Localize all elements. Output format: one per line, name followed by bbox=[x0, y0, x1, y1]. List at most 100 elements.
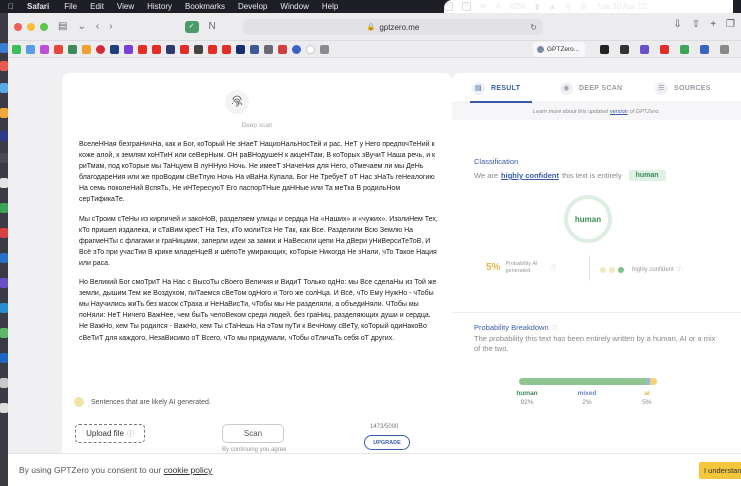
bookmark-icon[interactable] bbox=[82, 44, 91, 54]
dock-app-icon[interactable] bbox=[0, 83, 8, 93]
control-center-icon[interactable]: ⚙ bbox=[580, 2, 587, 11]
upload-file-button[interactable]: Upload file ⓘ bbox=[75, 424, 145, 443]
accept-cookies-button[interactable]: I understand bbox=[699, 462, 741, 479]
share-icon[interactable]: ⇧ bbox=[692, 19, 700, 30]
bookmark-icon[interactable] bbox=[600, 44, 609, 54]
bookmark-icon[interactable] bbox=[700, 44, 709, 54]
bookmark-youtube-icon[interactable] bbox=[180, 44, 189, 54]
help-icon[interactable]: ⓘ bbox=[550, 263, 556, 272]
input-text[interactable]: ВселеННая безграНичНа, как и Бог, коТоры… bbox=[79, 139, 439, 352]
dock-app-icon[interactable] bbox=[0, 228, 8, 238]
bookmark-icon[interactable] bbox=[194, 44, 203, 54]
bookmark-icon[interactable] bbox=[110, 44, 119, 54]
menu-app-name[interactable]: Safari bbox=[27, 2, 49, 11]
menu-history[interactable]: History bbox=[147, 2, 172, 11]
bookmark-icon[interactable] bbox=[620, 44, 629, 54]
chevron-down-icon[interactable]: ⌄ bbox=[77, 21, 85, 32]
browser-tab-gptzero[interactable]: GPTZero... bbox=[533, 42, 585, 57]
tab-overview-icon[interactable]: ❐ bbox=[726, 19, 735, 30]
menu-edit[interactable]: Edit bbox=[90, 2, 104, 11]
menu-view[interactable]: View bbox=[117, 2, 134, 11]
bookmark-youtube-icon[interactable] bbox=[152, 44, 161, 54]
menu-file[interactable]: File bbox=[64, 2, 77, 11]
bookmark-youtube-icon[interactable] bbox=[222, 44, 231, 54]
status-n2-icon[interactable]: N bbox=[462, 2, 471, 11]
bookmark-icon[interactable] bbox=[236, 44, 245, 54]
dock-app-icon[interactable] bbox=[0, 378, 8, 388]
menu-clock[interactable]: Tue 30 Apr 12: bbox=[596, 2, 648, 11]
battery-percent[interactable]: 82% bbox=[510, 2, 526, 11]
forward-icon[interactable]: › bbox=[109, 21, 112, 32]
status-n-icon[interactable]: N bbox=[444, 2, 453, 11]
bookmark-icon[interactable] bbox=[680, 44, 689, 54]
sidebar-toggle-icon[interactable]: ▤ bbox=[58, 21, 67, 32]
fingerprint-icon[interactable] bbox=[225, 90, 249, 114]
reload-icon[interactable]: ↻ bbox=[530, 23, 537, 32]
tab-result[interactable]: ▤ RESULT bbox=[472, 73, 520, 103]
apple-icon[interactable]:  bbox=[8, 2, 14, 11]
dock-app-icon[interactable] bbox=[0, 61, 8, 71]
help-icon[interactable]: ⓘ bbox=[677, 265, 683, 274]
bookmark-whatsapp-icon[interactable] bbox=[12, 44, 21, 54]
dock-app-icon[interactable] bbox=[0, 203, 8, 213]
bookmark-youtube-icon[interactable] bbox=[208, 44, 217, 54]
bookmark-google-icon[interactable] bbox=[306, 44, 315, 54]
dock-app-icon[interactable] bbox=[0, 108, 8, 118]
bookmark-icon[interactable] bbox=[640, 44, 649, 54]
reader-notion-icon[interactable]: N bbox=[209, 21, 216, 32]
bookmark-icon[interactable] bbox=[40, 44, 49, 54]
tab-deep-scan[interactable]: ◉ DEEP SCAN bbox=[560, 73, 622, 103]
dock-app-icon[interactable] bbox=[0, 328, 8, 338]
dock-strip bbox=[0, 13, 8, 486]
dock-app-icon[interactable] bbox=[0, 43, 8, 53]
help-icon[interactable]: ⓘ bbox=[552, 323, 558, 332]
bookmark-icon[interactable] bbox=[320, 44, 329, 54]
bookmark-icon[interactable] bbox=[278, 44, 287, 54]
tab-sources[interactable]: ☰ SOURCES bbox=[655, 73, 711, 103]
bookmark-facebook-icon[interactable] bbox=[292, 44, 301, 54]
classification-badge: human bbox=[628, 170, 666, 181]
help-icon[interactable]: ⓘ bbox=[127, 429, 134, 439]
bookmark-icon[interactable] bbox=[68, 44, 77, 54]
keyboard-icon[interactable]: A bbox=[496, 2, 501, 11]
bookmark-icon[interactable] bbox=[166, 44, 175, 54]
dock-app-icon[interactable] bbox=[0, 253, 8, 263]
new-tab-icon[interactable]: + bbox=[710, 19, 716, 30]
privacy-shield-icon[interactable]: ✓ bbox=[184, 20, 199, 33]
upgrade-button[interactable]: UPGRADE bbox=[364, 435, 410, 450]
bookmark-icon[interactable] bbox=[264, 44, 273, 54]
bookmark-icon[interactable] bbox=[26, 44, 35, 54]
dock-app-icon[interactable] bbox=[0, 403, 8, 413]
close-window-button[interactable] bbox=[14, 22, 22, 31]
menu-develop[interactable]: Develop bbox=[238, 2, 267, 11]
download-icon[interactable]: ⇩ bbox=[673, 19, 681, 30]
mail-icon[interactable]: ✉ bbox=[480, 2, 487, 11]
dock-app-icon[interactable] bbox=[0, 353, 8, 363]
bookmark-pinterest-icon[interactable] bbox=[96, 44, 105, 54]
menu-bookmarks[interactable]: Bookmarks bbox=[185, 2, 225, 11]
wifi-icon[interactable]: ▲ bbox=[548, 2, 556, 11]
menu-help[interactable]: Help bbox=[322, 2, 338, 11]
cookie-policy-link[interactable]: cookie policy bbox=[164, 465, 213, 475]
dock-app-icon[interactable] bbox=[0, 278, 8, 288]
bookmark-youtube-icon[interactable] bbox=[660, 44, 669, 54]
dock-app-icon[interactable] bbox=[0, 153, 8, 163]
bookmark-youtube-icon[interactable] bbox=[138, 44, 147, 54]
minimize-window-button[interactable] bbox=[27, 22, 35, 31]
address-bar[interactable]: 🔒 gptzero.me ↻ bbox=[243, 19, 543, 35]
battery-icon[interactable]: ▮ bbox=[535, 2, 539, 11]
bookmark-icon[interactable] bbox=[720, 44, 729, 54]
dock-app-icon[interactable] bbox=[0, 303, 8, 313]
dock-app-icon[interactable] bbox=[0, 178, 8, 188]
search-icon[interactable]: ⚲ bbox=[565, 2, 571, 11]
bookmark-icon[interactable] bbox=[250, 44, 259, 54]
scan-button[interactable]: Scan bbox=[222, 424, 284, 443]
version-link[interactable]: version bbox=[610, 109, 628, 115]
menu-window[interactable]: Window bbox=[280, 2, 308, 11]
dock-app-icon[interactable] bbox=[0, 131, 8, 141]
zoom-window-button[interactable] bbox=[40, 22, 48, 31]
confidence-link[interactable]: highly confident bbox=[501, 171, 559, 180]
bookmark-icon[interactable] bbox=[124, 44, 133, 54]
back-icon[interactable]: ‹ bbox=[96, 21, 99, 32]
bookmark-gmail-icon[interactable] bbox=[54, 44, 63, 54]
